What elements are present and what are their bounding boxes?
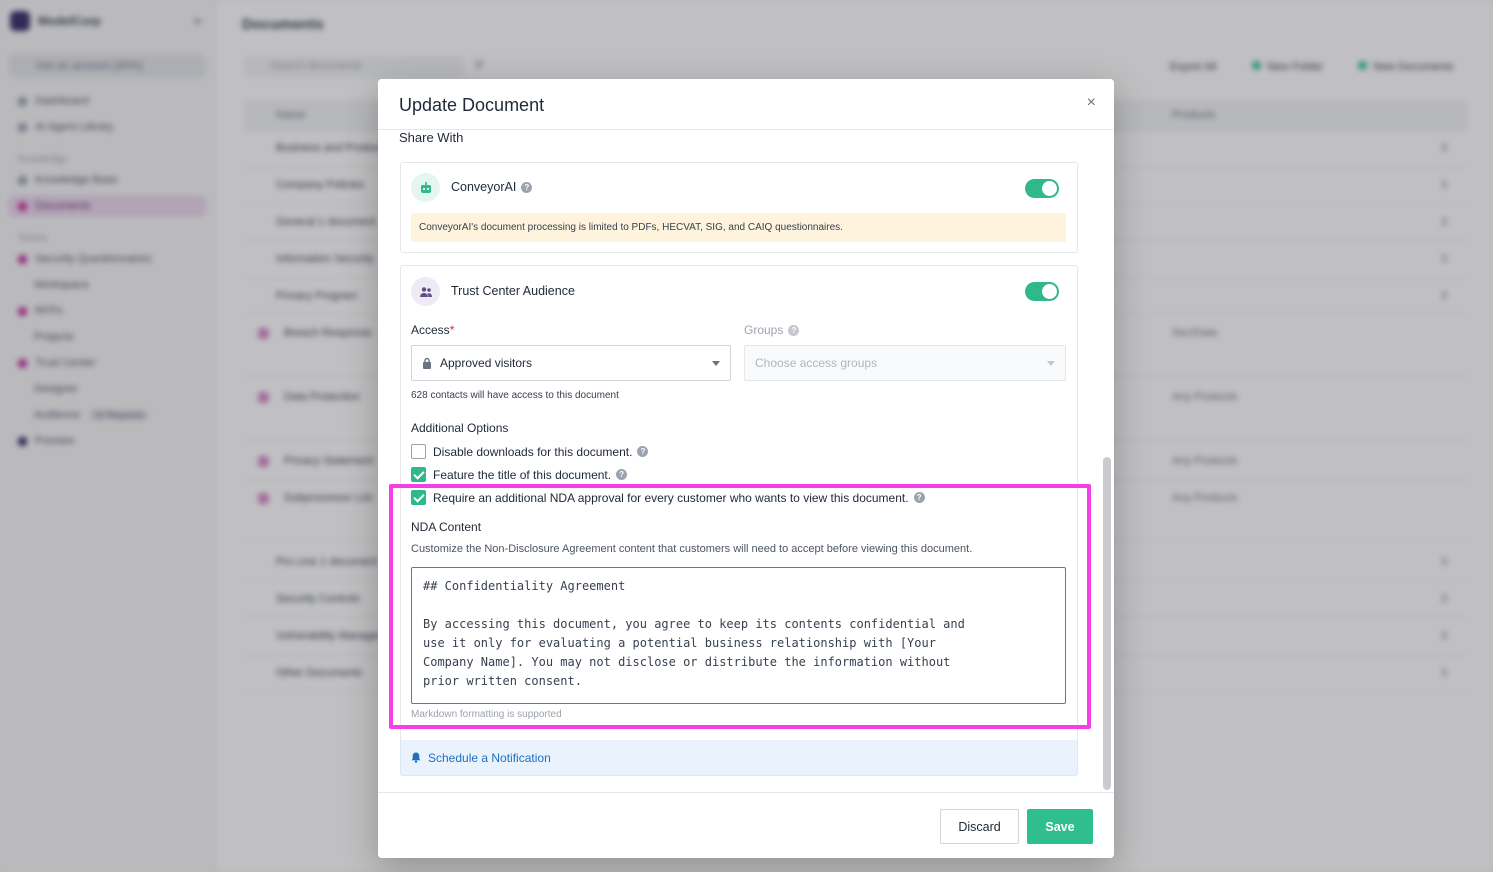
modal-scrollbar[interactable] (1103, 457, 1111, 790)
access-label: Access* (411, 323, 455, 337)
modal-body: Share With ConveyorAI? ConveyorAI's docu… (378, 130, 1114, 792)
conveyor-ai-notice: ConveyorAI's document processing is limi… (411, 213, 1066, 242)
question-circle-icon[interactable]: ? (788, 325, 800, 337)
update-document-modal: Update Document × Share With ConveyorAI?… (378, 79, 1114, 858)
require-nda-checkbox[interactable] (411, 490, 426, 505)
feature-title-checkbox[interactable] (411, 467, 426, 482)
question-circle-icon[interactable]: ? (521, 182, 533, 194)
question-circle-icon[interactable]: ? (913, 492, 925, 503)
share-with-heading: Share With (399, 130, 464, 145)
question-circle-icon[interactable]: ? (616, 469, 628, 480)
question-circle-icon[interactable]: ? (637, 446, 649, 457)
bell-icon (411, 752, 421, 763)
modal-title: Update Document (399, 95, 545, 115)
nda-content-description: Customize the Non-Disclosure Agreement c… (411, 543, 973, 555)
disable-downloads-option[interactable]: Disable downloads for this document. ? (411, 444, 649, 459)
conveyor-ai-label: ConveyorAI? (451, 180, 533, 194)
access-value: Approved visitors (440, 356, 533, 370)
trust-center-card: Trust Center Audience Access* Groups? Ap… (400, 265, 1078, 741)
nda-content-textarea[interactable]: ## Confidentiality Agreement By accessin… (411, 567, 1066, 704)
require-nda-option[interactable]: Require an additional NDA approval for e… (411, 490, 925, 505)
groups-label: Groups? (744, 323, 800, 337)
contacts-note: 628 contacts will have access to this do… (411, 390, 619, 401)
groups-placeholder: Choose access groups (755, 356, 878, 370)
users-icon (411, 277, 440, 306)
disable-downloads-checkbox[interactable] (411, 444, 426, 459)
chevron-down-icon (712, 361, 720, 366)
lock-icon (422, 357, 432, 372)
feature-title-option[interactable]: Feature the title of this document. ? (411, 467, 628, 482)
trust-center-label: Trust Center Audience (451, 284, 575, 298)
close-icon[interactable]: × (1087, 94, 1096, 112)
nda-content-heading: NDA Content (411, 520, 482, 534)
trust-center-toggle[interactable] (1025, 282, 1059, 301)
additional-options-heading: Additional Options (411, 421, 509, 435)
schedule-notification-button[interactable]: Schedule a Notification (400, 740, 1078, 776)
access-select[interactable]: Approved visitors (411, 345, 731, 381)
groups-select[interactable]: Choose access groups (744, 345, 1066, 381)
modal-header: Update Document × (378, 79, 1114, 130)
markdown-hint: Markdown formatting is supported (411, 709, 562, 720)
conveyor-ai-toggle[interactable] (1025, 179, 1059, 198)
save-button[interactable]: Save (1027, 809, 1093, 844)
conveyor-ai-card: ConveyorAI? ConveyorAI's document proces… (400, 162, 1078, 253)
chevron-down-icon (1047, 361, 1055, 366)
robot-icon (411, 173, 440, 202)
modal-footer: Discard Save (378, 792, 1114, 858)
discard-button[interactable]: Discard (940, 809, 1019, 844)
